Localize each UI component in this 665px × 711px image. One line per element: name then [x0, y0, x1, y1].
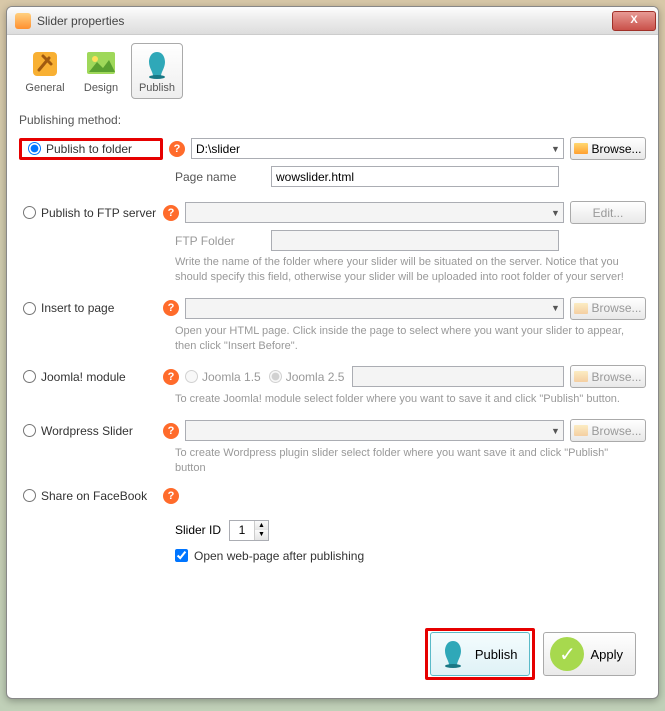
help-icon[interactable]: ?: [163, 488, 179, 504]
page-name-input[interactable]: [271, 166, 559, 187]
insert-dropdown[interactable]: ▼: [185, 298, 564, 319]
browse-label: Browse...: [591, 142, 641, 156]
apply-button[interactable]: ✓ Apply: [543, 632, 636, 676]
joomla15-option[interactable]: Joomla 1.5: [185, 370, 261, 384]
wordpress-dropdown[interactable]: ▼: [185, 420, 564, 441]
edit-label: Edit...: [593, 206, 624, 220]
chevron-down-icon: ▼: [551, 208, 559, 218]
browse-label: Browse...: [591, 370, 641, 384]
checkbox-open-after[interactable]: [175, 549, 188, 562]
ftp-helper: Write the name of the folder where your …: [175, 255, 646, 285]
chevron-down-icon: ▼: [551, 426, 559, 436]
folder-icon: [574, 425, 588, 436]
radio-publish-folder[interactable]: [28, 142, 41, 155]
label-ftp: Publish to FTP server: [41, 206, 156, 220]
content-area: General Design Publish Publishing method…: [7, 35, 658, 571]
radio-wordpress[interactable]: [23, 424, 36, 437]
row-wordpress: Wordpress Slider ? ▼ Browse...: [19, 419, 646, 442]
apply-label: Apply: [590, 647, 623, 662]
row-insert: Insert to page ? ▼ Browse...: [19, 297, 646, 320]
slider-id-input[interactable]: [230, 521, 254, 540]
close-button[interactable]: X: [612, 11, 656, 31]
help-icon[interactable]: ?: [163, 423, 179, 439]
label-joomla: Joomla! module: [41, 370, 126, 384]
radio-ftp[interactable]: [23, 206, 36, 219]
help-icon[interactable]: ?: [163, 369, 179, 385]
folder-icon: [574, 371, 588, 382]
chevron-down-icon: ▼: [551, 144, 559, 154]
help-icon[interactable]: ?: [169, 141, 185, 157]
tab-design[interactable]: Design: [75, 43, 127, 99]
row-joomla: Joomla! module ? Joomla 1.5 Joomla 2.5 B…: [19, 365, 646, 388]
folder-path-dropdown[interactable]: D:\slider ▼: [191, 138, 564, 159]
publish-icon: [437, 637, 469, 672]
ftp-folder-input: [271, 230, 559, 251]
row-slider-id: Slider ID ▲ ▼: [175, 520, 646, 541]
help-icon[interactable]: ?: [163, 300, 179, 316]
folder-icon: [574, 143, 588, 154]
joomla-browse-button[interactable]: Browse...: [570, 365, 646, 388]
publish-label: Publish: [475, 647, 518, 662]
row-publish-folder: Publish to folder ? D:\slider ▼ Browse..…: [19, 137, 646, 160]
tools-icon: [29, 48, 61, 80]
label-insert: Insert to page: [41, 301, 114, 315]
tab-publish[interactable]: Publish: [131, 43, 183, 99]
browse-folder-button[interactable]: Browse...: [570, 137, 646, 160]
folder-icon: [574, 303, 588, 314]
browse-label: Browse...: [591, 301, 641, 315]
window-title: Slider properties: [37, 14, 612, 28]
label-publish-folder: Publish to folder: [46, 142, 132, 156]
ftp-folder-label: FTP Folder: [175, 234, 265, 248]
tab-design-label: Design: [84, 82, 118, 94]
row-page-name: Page name: [175, 166, 646, 187]
chevron-down-icon: ▼: [551, 303, 559, 313]
row-ftp-folder: FTP Folder: [175, 230, 646, 251]
radio-joomla15: [185, 370, 198, 383]
slider-id-spinner[interactable]: ▲ ▼: [229, 520, 269, 541]
wordpress-helper: To create Wordpress plugin slider select…: [175, 446, 646, 476]
app-icon: [15, 13, 31, 29]
radio-facebook[interactable]: [23, 489, 36, 502]
joomla-helper: To create Joomla! module select folder w…: [175, 392, 646, 407]
ftp-dropdown[interactable]: ▼: [185, 202, 564, 223]
tab-general-label: General: [25, 82, 64, 94]
spinner-up[interactable]: ▲: [255, 521, 268, 531]
browse-label: Browse...: [591, 424, 641, 438]
joomla-path-input: [352, 366, 564, 387]
publishing-method-label: Publishing method:: [19, 113, 646, 127]
radio-joomla[interactable]: [23, 370, 36, 383]
page-name-label: Page name: [175, 170, 265, 184]
open-after-label: Open web-page after publishing: [194, 549, 364, 563]
ftp-edit-button[interactable]: Edit...: [570, 201, 646, 224]
dialog-window: Slider properties X General Design Pub: [6, 6, 659, 699]
publish-button[interactable]: Publish: [430, 632, 531, 676]
row-open-after: Open web-page after publishing: [175, 549, 646, 563]
radio-insert[interactable]: [23, 302, 36, 315]
label-facebook: Share on FaceBook: [41, 489, 147, 503]
dialog-footer: Publish ✓ Apply: [425, 628, 636, 680]
slider-id-label: Slider ID: [175, 523, 221, 537]
tab-publish-label: Publish: [139, 82, 175, 94]
row-facebook: Share on FaceBook ?: [19, 488, 646, 504]
spinner-down[interactable]: ▼: [255, 530, 268, 540]
publish-icon: [141, 48, 173, 80]
highlight-publish-folder: Publish to folder: [19, 138, 163, 160]
tab-general[interactable]: General: [19, 43, 71, 99]
help-icon[interactable]: ?: [163, 205, 179, 221]
label-wordpress: Wordpress Slider: [41, 424, 133, 438]
joomla25-option[interactable]: Joomla 2.5: [269, 370, 345, 384]
titlebar: Slider properties X: [7, 7, 658, 35]
highlight-publish-button: Publish: [425, 628, 536, 680]
insert-helper: Open your HTML page. Click inside the pa…: [175, 324, 646, 354]
check-icon: ✓: [550, 637, 584, 671]
row-ftp: Publish to FTP server ? ▼ Edit...: [19, 201, 646, 224]
tab-bar: General Design Publish: [19, 43, 646, 99]
radio-joomla25: [269, 370, 282, 383]
image-icon: [85, 48, 117, 80]
insert-browse-button[interactable]: Browse...: [570, 297, 646, 320]
wordpress-browse-button[interactable]: Browse...: [570, 419, 646, 442]
folder-path-value: D:\slider: [196, 142, 240, 156]
